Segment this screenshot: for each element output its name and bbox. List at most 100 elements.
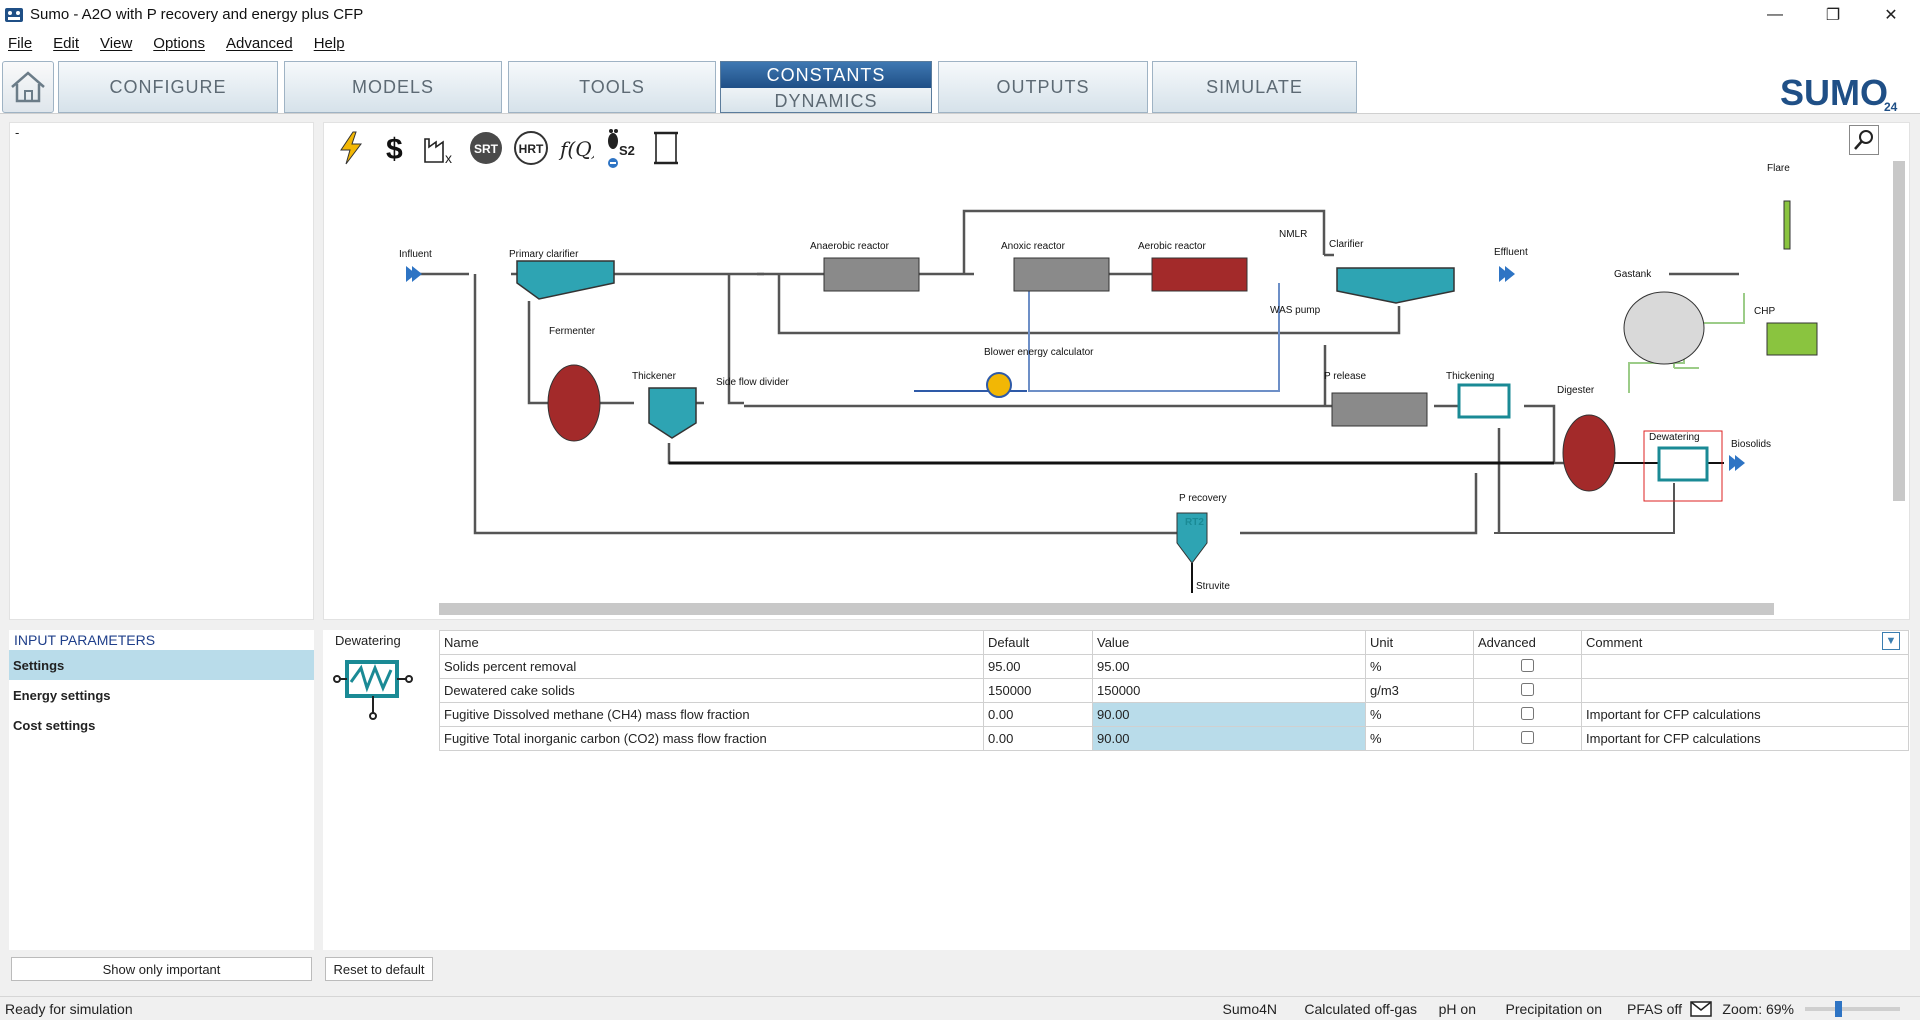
table-row[interactable]: Fugitive Dissolved methane (CH4) mass fl… — [439, 702, 1909, 727]
restore-button[interactable]: ❐ — [1804, 0, 1862, 29]
menu-file[interactable]: File — [8, 35, 32, 52]
param-comment: Important for CFP calculations — [1581, 726, 1909, 751]
param-name: Solids percent removal — [439, 654, 984, 679]
menu-advanced[interactable]: Advanced — [226, 35, 293, 52]
tab-dynamics[interactable]: DYNAMICS — [721, 88, 931, 112]
status-offgas: Calculated off-gas — [1304, 1001, 1417, 1017]
col-default[interactable]: Default — [983, 630, 1093, 655]
param-name: Dewatered cake solids — [439, 678, 984, 703]
label-digester: Digester — [1557, 385, 1595, 396]
advanced-checkbox[interactable] — [1521, 682, 1534, 696]
tab-tools[interactable]: TOOLS — [508, 61, 716, 113]
hscroll-thumb[interactable] — [439, 603, 1774, 615]
advanced-checkbox[interactable] — [1521, 706, 1534, 720]
label-thickening: Thickening — [1446, 371, 1495, 382]
input-parameters-panel: INPUT PARAMETERS Settings Energy setting… — [9, 630, 314, 950]
menu-help[interactable]: Help — [314, 35, 345, 52]
param-default: 0.00 — [983, 702, 1093, 727]
tree-placeholder: - — [15, 125, 20, 140]
tab-configure[interactable]: CONFIGURE — [58, 61, 278, 113]
collapse-button[interactable]: ▼ — [1882, 632, 1900, 650]
tab-models[interactable]: MODELS — [284, 61, 502, 113]
zoom-slider-thumb[interactable] — [1835, 1001, 1842, 1017]
advanced-cell — [1473, 654, 1582, 679]
main-tab-bar: CONFIGURE MODELS TOOLS CONSTANTS DYNAMIC… — [0, 57, 1920, 114]
param-comment: Important for CFP calculations — [1581, 702, 1909, 727]
label-nmlr: NMLR — [1279, 229, 1308, 240]
table-row[interactable]: Dewatered cake solids 150000 150000 g/m3 — [439, 678, 1909, 703]
menu-view[interactable]: View — [100, 35, 132, 52]
mail-icon[interactable] — [1690, 1001, 1712, 1017]
table-row[interactable]: Fugitive Total inorganic carbon (CO2) ma… — [439, 726, 1909, 751]
model-tree-panel: - — [9, 122, 314, 620]
home-icon — [11, 71, 45, 103]
param-item-cost-settings[interactable]: Cost settings — [9, 710, 314, 740]
window-title: Sumo - A2O with P recovery and energy pl… — [30, 6, 364, 23]
status-precipitation: Precipitation on — [1505, 1001, 1602, 1017]
label-primary-clarifier: Primary clarifier — [509, 249, 579, 260]
status-ph: pH on — [1438, 1001, 1476, 1017]
menu-bar: File Edit View Options Advanced Help — [0, 29, 1920, 57]
param-item-energy-settings[interactable]: Energy settings — [9, 680, 314, 710]
advanced-cell — [1473, 726, 1582, 751]
status-text: Ready for simulation — [5, 1001, 133, 1017]
param-value[interactable]: 90.00 — [1092, 726, 1366, 751]
label-effluent: Effluent — [1494, 247, 1528, 258]
param-default: 0.00 — [983, 726, 1093, 751]
label-dewatering: Dewatering — [1649, 432, 1700, 443]
table-row[interactable]: Solids percent removal 95.00 95.00 % — [439, 654, 1909, 679]
tab-constants[interactable]: CONSTANTS — [721, 62, 931, 88]
label-chp: CHP — [1754, 306, 1776, 317]
label-aerobic: Aerobic reactor — [1138, 241, 1206, 252]
home-button[interactable] — [2, 61, 54, 113]
advanced-checkbox[interactable] — [1521, 730, 1534, 744]
param-item-settings[interactable]: Settings — [9, 650, 314, 680]
label-struvite: Struvite — [1196, 581, 1230, 592]
vscroll-thumb[interactable] — [1893, 161, 1905, 501]
label-anaerobic: Anaerobic reactor — [810, 241, 889, 252]
label-rt2: RT2 — [1185, 517, 1204, 528]
label-was-pump: WAS pump — [1270, 305, 1321, 316]
param-value[interactable]: 150000 — [1092, 678, 1366, 703]
label-clarifier: Clarifier — [1329, 239, 1364, 250]
close-button[interactable]: ✕ — [1862, 0, 1920, 29]
flowsheet — [406, 200, 1818, 593]
tab-constants-dynamics: CONSTANTS DYNAMICS — [720, 61, 932, 113]
label-fermenter: Fermenter — [549, 326, 596, 337]
diagram-horizontal-scrollbar[interactable] — [324, 599, 1889, 619]
label-gastank: Gastank — [1614, 269, 1652, 280]
col-name[interactable]: Name — [439, 630, 984, 655]
label-anoxic: Anoxic reactor — [1001, 241, 1065, 252]
tab-simulate[interactable]: SIMULATE — [1152, 61, 1357, 113]
advanced-cell — [1473, 678, 1582, 703]
param-value[interactable]: 95.00 — [1092, 654, 1366, 679]
param-comment — [1581, 654, 1909, 679]
menu-edit[interactable]: Edit — [53, 35, 79, 52]
param-name: Fugitive Total inorganic carbon (CO2) ma… — [439, 726, 984, 751]
show-only-important-button[interactable]: Show only important — [11, 957, 312, 981]
diagram-vertical-scrollbar[interactable] — [1889, 123, 1907, 593]
minimize-button[interactable]: — — [1746, 0, 1804, 29]
label-biosolids: Biosolids — [1731, 439, 1772, 450]
param-default: 150000 — [983, 678, 1093, 703]
logo-text: SUMO — [1780, 72, 1888, 113]
sumo-logo: SUMO 24 — [1780, 72, 1898, 113]
parameter-detail-panel: Dewatering Name Default Value Unit Advan… — [323, 630, 1910, 950]
process-diagram[interactable]: $ x SRT HRT f(Q) S2 — [323, 122, 1910, 620]
advanced-checkbox[interactable] — [1521, 658, 1534, 672]
chevron-down-icon: ▼ — [1885, 635, 1897, 647]
reset-to-default-button[interactable]: Reset to default — [325, 957, 433, 981]
param-value[interactable]: 90.00 — [1092, 702, 1366, 727]
col-value[interactable]: Value — [1092, 630, 1366, 655]
selected-unit-name: Dewatering — [335, 633, 401, 648]
col-comment[interactable]: Comment — [1581, 630, 1909, 655]
tab-outputs[interactable]: OUTPUTS — [938, 61, 1148, 113]
param-name: Fugitive Dissolved methane (CH4) mass fl… — [439, 702, 984, 727]
param-default: 95.00 — [983, 654, 1093, 679]
zoom-slider[interactable] — [1805, 1001, 1900, 1017]
menu-options[interactable]: Options — [153, 35, 205, 52]
col-advanced[interactable]: Advanced — [1473, 630, 1582, 655]
param-unit: g/m3 — [1365, 678, 1474, 703]
col-unit[interactable]: Unit — [1365, 630, 1474, 655]
logo-version: 24 — [1884, 100, 1898, 113]
